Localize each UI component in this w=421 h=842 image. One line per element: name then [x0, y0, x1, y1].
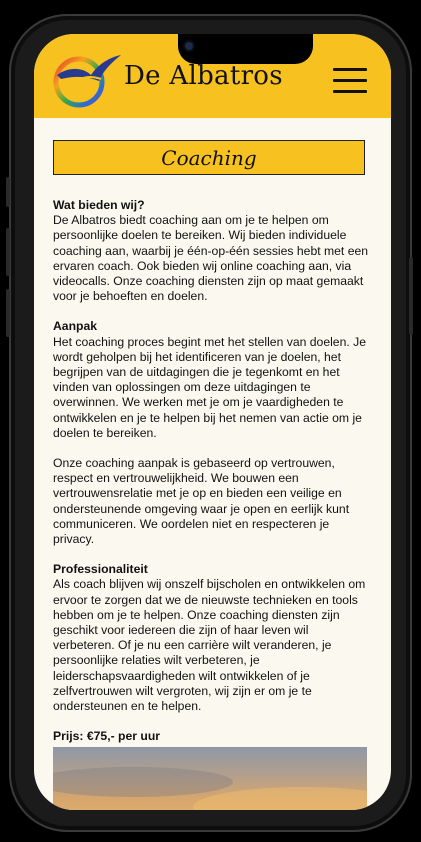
section-aanpak: Aanpak Het coaching proces begint met he… [53, 319, 371, 441]
section-professionaliteit: Professionaliteit Als coach blijven wij … [53, 562, 371, 714]
hamburger-menu-icon[interactable] [333, 68, 367, 94]
power-button [409, 257, 413, 335]
cloud [53, 767, 233, 797]
screen: De Albatros Coaching Wat bieden wij? De … [34, 34, 391, 810]
albatros-logo[interactable] [51, 49, 123, 109]
section-paragraph: Als coach blijven wij onszelf bijscholen… [53, 577, 366, 714]
cloud [193, 787, 367, 810]
main-content: Coaching Wat bieden wij? De Albatros bie… [34, 118, 391, 810]
section-paragraph: Het coaching proces begint met het stell… [53, 334, 367, 440]
section-heading: Professionaliteit [53, 562, 148, 577]
page-title: Coaching [161, 145, 257, 170]
volume-up-button [6, 228, 10, 276]
camera-icon [185, 42, 193, 50]
brand-name[interactable]: De Albatros [124, 61, 283, 91]
menu-line [333, 90, 367, 93]
menu-line [333, 79, 367, 82]
section-aanpak-paragraph-2: Onze coaching aanpak is gebaseerd op ver… [53, 456, 371, 547]
section-heading: Wat bieden wij? [53, 198, 145, 212]
body-text: Wat bieden wij? De Albatros biedt coachi… [53, 198, 371, 760]
section-paragraph: Onze coaching aanpak is gebaseerd op ver… [53, 456, 350, 547]
section-paragraph: De Albatros biedt coaching aan om je te … [53, 213, 369, 304]
menu-line [333, 68, 367, 71]
section-heading: Aanpak [53, 319, 98, 334]
silent-switch [6, 177, 10, 207]
price-label: Prijs: €75,- per uur [53, 729, 161, 744]
section-wat-bieden-wij: Wat bieden wij? De Albatros biedt coachi… [53, 198, 371, 304]
notch [178, 34, 313, 64]
volume-down-button [6, 289, 10, 337]
sunset-photo [53, 747, 367, 810]
page-title-box: Coaching [53, 140, 365, 175]
